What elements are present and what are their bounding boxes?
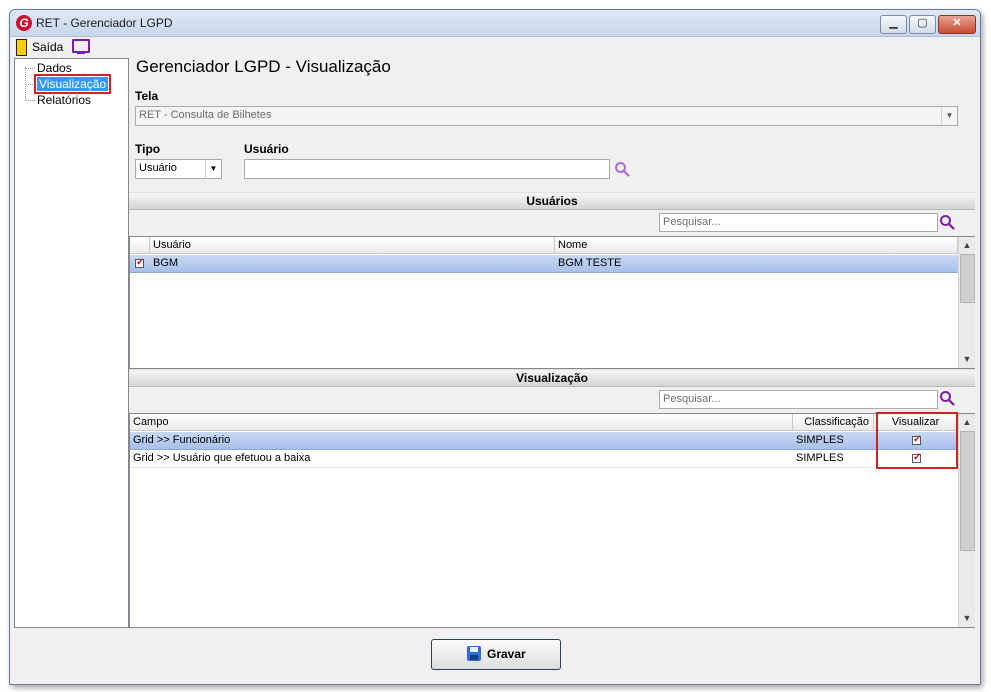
visualization-grid-header: Campo Classificação Visualizar: [130, 414, 958, 431]
column-header-classificacao[interactable]: Classificação: [793, 414, 874, 430]
scroll-down-icon[interactable]: ▼: [959, 351, 975, 367]
scroll-thumb[interactable]: [960, 431, 975, 551]
users-section-header: Usuários: [129, 192, 975, 210]
cell-classificacao: SIMPLES: [796, 452, 844, 464]
exit-button[interactable]: Saída: [32, 40, 63, 54]
column-header-campo[interactable]: Campo: [130, 414, 793, 430]
view-search-placeholder: Pesquisar...: [663, 393, 721, 405]
cell-nome: BGM TESTE: [558, 257, 622, 269]
cell-campo: Grid >> Funcionário: [133, 434, 231, 446]
cell-usuario: BGM: [153, 257, 179, 269]
table-row[interactable]: BGM BGM TESTE: [130, 255, 958, 273]
floppy-shutter: [470, 655, 478, 660]
users-search-placeholder: Pesquisar...: [663, 216, 721, 228]
chevron-down-icon[interactable]: ▼: [205, 160, 221, 178]
save-button-label: Gravar: [487, 647, 526, 661]
minimize-button[interactable]: ▁: [880, 15, 907, 34]
app-logo-icon: G: [16, 15, 32, 31]
cell-campo: Grid >> Usuário que efetuou a baixa: [133, 452, 311, 464]
users-grid-check-column: [130, 237, 150, 253]
view-search-input[interactable]: Pesquisar...: [659, 390, 938, 409]
cell-classificacao: SIMPLES: [796, 434, 844, 446]
table-row[interactable]: Grid >> Funcionário SIMPLES: [130, 432, 958, 450]
search-icon[interactable]: [614, 161, 630, 177]
tree-item-relatorios[interactable]: Relatórios: [37, 93, 91, 107]
monitor-stand-icon: [77, 52, 85, 54]
view-section-header: Visualização: [129, 369, 975, 387]
users-grid-header: Usuário Nome: [130, 237, 958, 254]
main-window: G RET - Gerenciador LGPD ▁ ▢ ✕ Saída Dad…: [9, 9, 981, 685]
users-grid: Usuário Nome BGM BGM TESTE ▲ ▼: [129, 236, 975, 369]
tree-connector: [25, 100, 35, 101]
visualizar-highlight-frame: [876, 412, 958, 469]
tipo-label: Tipo: [135, 142, 161, 156]
floppy-disk-icon: [467, 646, 481, 661]
visualization-grid-scrollbar[interactable]: ▲ ▼: [958, 414, 975, 627]
tela-select-value: RET - Consulta de Bilhetes: [139, 109, 272, 121]
visualization-grid: Campo Classificação Visualizar Grid >> F…: [129, 412, 975, 628]
scroll-up-icon[interactable]: ▲: [959, 414, 975, 430]
usuario-input[interactable]: [244, 159, 610, 179]
table-row[interactable]: Grid >> Usuário que efetuou a baixa SIMP…: [130, 450, 958, 468]
monitor-icon[interactable]: [72, 39, 90, 53]
tela-label: Tela: [135, 89, 159, 103]
toolbar: Saída: [10, 37, 980, 57]
floppy-label-area: [470, 647, 478, 652]
scroll-down-icon[interactable]: ▼: [959, 610, 975, 626]
column-header-usuario[interactable]: Usuário: [150, 237, 555, 253]
title-bar[interactable]: G RET - Gerenciador LGPD ▁ ▢ ✕: [10, 10, 980, 37]
window-title: RET - Gerenciador LGPD: [36, 16, 173, 30]
page-title: Gerenciador LGPD - Visualização: [136, 57, 391, 76]
tree-item-label: Visualização: [33, 74, 112, 94]
search-icon[interactable]: [939, 214, 955, 230]
tela-select[interactable]: RET - Consulta de Bilhetes ▼: [135, 106, 958, 126]
tree-connector: [25, 68, 35, 69]
search-icon[interactable]: [939, 390, 955, 406]
usuario-label: Usuário: [244, 142, 289, 156]
users-search-input[interactable]: Pesquisar...: [659, 213, 938, 232]
save-button[interactable]: Gravar: [431, 639, 561, 670]
tree-connector: [25, 84, 35, 85]
scroll-up-icon[interactable]: ▲: [959, 237, 975, 253]
chevron-down-icon[interactable]: ▼: [941, 107, 957, 125]
scroll-thumb[interactable]: [960, 254, 975, 303]
tipo-select-value: Usuário: [139, 162, 177, 174]
row-checkbox[interactable]: [135, 257, 144, 268]
tree-item-dados[interactable]: Dados: [37, 61, 72, 75]
column-header-nome[interactable]: Nome: [555, 237, 958, 253]
maximize-button[interactable]: ▢: [909, 15, 936, 34]
tipo-select[interactable]: Usuário ▼: [135, 159, 222, 179]
exit-door-icon[interactable]: [16, 39, 27, 56]
users-grid-scrollbar[interactable]: ▲ ▼: [958, 237, 975, 368]
close-button[interactable]: ✕: [938, 15, 976, 34]
tree-item-visualizacao[interactable]: Visualização: [33, 74, 112, 94]
navigation-tree: Dados Visualização Relatórios: [14, 58, 129, 628]
